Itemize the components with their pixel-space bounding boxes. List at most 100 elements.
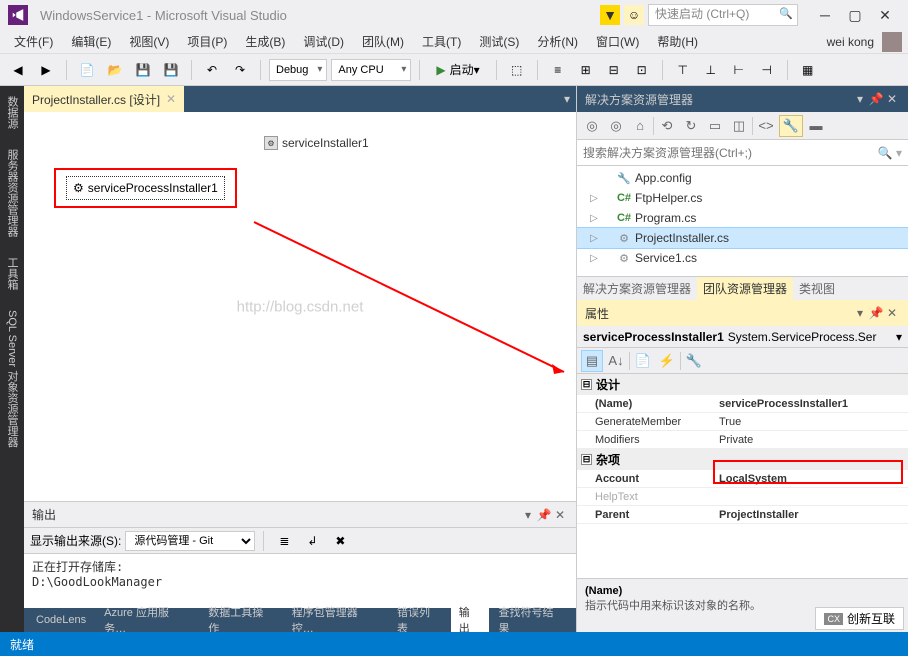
tab-datasource[interactable]: 数据源 <box>0 86 24 139</box>
menu-team[interactable]: 团队(M) <box>354 31 412 52</box>
properties-page-icon[interactable]: 📄 <box>632 350 654 372</box>
tab-overflow-icon[interactable]: ▾ <box>558 86 576 112</box>
close-icon[interactable]: ✕ <box>884 92 900 106</box>
properties-icon[interactable]: 🔧 <box>779 115 803 137</box>
nav-fwd-icon[interactable]: ▶ <box>34 58 58 82</box>
user-name[interactable]: wei kong <box>821 35 880 49</box>
tool-icon[interactable]: ⬚ <box>505 58 529 82</box>
align-icon[interactable]: ▦ <box>796 58 820 82</box>
pin-icon[interactable]: 📌 <box>536 508 552 522</box>
menu-window[interactable]: 窗口(W) <box>588 31 647 52</box>
prop-row[interactable]: ModifiersPrivate <box>577 431 908 449</box>
dropdown-icon[interactable]: ▾ <box>520 508 536 522</box>
output-body[interactable]: 正在打开存储库: D:\GoodLookManager <box>24 554 576 608</box>
footer-tab-se[interactable]: 解决方案资源管理器 <box>577 277 697 300</box>
maximize-button[interactable]: ▢ <box>840 5 870 25</box>
categorized-icon[interactable]: ▤ <box>581 350 603 372</box>
save-icon[interactable]: 💾 <box>131 58 155 82</box>
notification-flag-icon[interactable]: ▼ <box>600 5 620 25</box>
output-source-select[interactable]: 源代码管理 - Git <box>125 531 255 551</box>
close-icon[interactable]: ✕ <box>552 508 568 522</box>
pin-icon[interactable]: 📌 <box>868 306 884 320</box>
start-button[interactable]: ▶启动 ▾ <box>428 61 487 78</box>
prop-row[interactable]: AccountLocalSystem <box>577 470 908 488</box>
align-icon[interactable]: ⊢ <box>727 58 751 82</box>
clear-icon[interactable]: ✖ <box>328 529 352 553</box>
prop-row[interactable]: ParentProjectInstaller <box>577 506 908 524</box>
align-icon[interactable]: ⊟ <box>602 58 626 82</box>
prop-row[interactable]: (Name)serviceProcessInstaller1 <box>577 395 908 413</box>
service-process-installer-item[interactable]: ⚙ serviceProcessInstaller1 <box>66 176 225 200</box>
tab-toolbox[interactable]: 工具箱 <box>0 247 24 300</box>
menu-edit[interactable]: 编辑(E) <box>63 31 119 52</box>
alphabetical-icon[interactable]: A↓ <box>605 350 627 372</box>
prop-row[interactable]: HelpText <box>577 488 908 506</box>
more-icon[interactable]: ▬ <box>805 115 827 137</box>
menu-file[interactable]: 文件(F) <box>6 31 61 52</box>
align-icon[interactable]: ≡ <box>546 58 570 82</box>
quick-launch-input[interactable]: 快速启动 (Ctrl+Q) <box>648 4 798 26</box>
dropdown-icon[interactable]: ▾ <box>852 92 868 106</box>
align-icon[interactable]: ⊥ <box>699 58 723 82</box>
close-icon[interactable]: ✕ <box>884 306 900 320</box>
clear-icon[interactable]: ≣ <box>272 529 296 553</box>
sync-icon[interactable]: ⟲ <box>656 115 678 137</box>
close-tab-icon[interactable]: ✕ <box>166 92 176 106</box>
nav-back-icon[interactable]: ◀ <box>6 58 30 82</box>
tree-item[interactable]: 🔧App.config <box>577 168 908 188</box>
redo-icon[interactable]: ↷ <box>228 58 252 82</box>
align-icon[interactable]: ⊤ <box>671 58 695 82</box>
tree-item[interactable]: ▷C#FtpHelper.cs <box>577 188 908 208</box>
menu-test[interactable]: 测试(S) <box>471 31 527 52</box>
tree-item[interactable]: ▷⚙ProjectInstaller.cs <box>577 228 908 248</box>
wrench-icon[interactable]: 🔧 <box>683 350 705 372</box>
showall-icon[interactable]: ◫ <box>728 115 750 137</box>
tree-item[interactable]: ▷C#Program.cs <box>577 208 908 228</box>
feedback-icon[interactable]: ☺ <box>624 5 644 25</box>
pin-icon[interactable]: 📌 <box>868 92 884 106</box>
collapse-icon[interactable]: ▭ <box>704 115 726 137</box>
home-icon[interactable]: ⌂ <box>629 115 651 137</box>
wrap-icon[interactable]: ↲ <box>300 529 324 553</box>
menu-view[interactable]: 视图(V) <box>121 31 177 52</box>
fwd-icon[interactable]: ◎ <box>605 115 627 137</box>
platform-dropdown[interactable]: Any CPU <box>331 59 411 81</box>
user-avatar[interactable] <box>882 32 902 52</box>
btab-codelens[interactable]: CodeLens <box>28 611 94 629</box>
category-misc[interactable]: ⊟杂项 <box>577 449 908 470</box>
prop-row[interactable]: GenerateMemberTrue <box>577 413 908 431</box>
undo-icon[interactable]: ↶ <box>200 58 224 82</box>
save-all-icon[interactable]: 💾 <box>159 58 183 82</box>
align-icon[interactable]: ⊣ <box>755 58 779 82</box>
menu-build[interactable]: 生成(B) <box>237 31 293 52</box>
property-object-selector[interactable]: serviceProcessInstaller1 System.ServiceP… <box>577 326 908 348</box>
open-icon[interactable]: 📂 <box>103 58 127 82</box>
tree-item[interactable]: ▷⚙Service1.cs <box>577 248 908 268</box>
search-input[interactable] <box>583 146 878 160</box>
designer-surface[interactable]: ⚙ serviceInstaller1 ⚙ serviceProcessInst… <box>24 112 576 501</box>
category-design[interactable]: ⊟设计 <box>577 374 908 395</box>
document-tab[interactable]: ProjectInstaller.cs [设计] ✕ <box>24 86 184 112</box>
back-icon[interactable]: ◎ <box>581 115 603 137</box>
tab-server-explorer[interactable]: 服务器资源管理器 <box>0 139 24 247</box>
search-icon[interactable]: 🔍 ▾ <box>878 146 902 160</box>
menu-debug[interactable]: 调试(D) <box>295 31 352 52</box>
refresh-icon[interactable]: ↻ <box>680 115 702 137</box>
menu-project[interactable]: 项目(P) <box>179 31 235 52</box>
tab-sql-explorer[interactable]: SQL Server 对象资源管理器 <box>0 300 24 457</box>
dropdown-icon[interactable]: ▾ <box>852 306 868 320</box>
align-icon[interactable]: ⊡ <box>630 58 654 82</box>
events-icon[interactable]: ⚡ <box>656 350 678 372</box>
minimize-button[interactable]: ─ <box>810 5 840 25</box>
footer-tab-class[interactable]: 类视图 <box>793 277 841 300</box>
new-project-icon[interactable]: 📄 <box>75 58 99 82</box>
service-installer-item[interactable]: ⚙ serviceInstaller1 <box>264 136 369 150</box>
config-dropdown[interactable]: Debug <box>269 59 327 81</box>
menu-help[interactable]: 帮助(H) <box>649 31 706 52</box>
align-icon[interactable]: ⊞ <box>574 58 598 82</box>
view-icon[interactable]: <> <box>755 115 777 137</box>
menu-tools[interactable]: 工具(T) <box>414 31 469 52</box>
footer-tab-team[interactable]: 团队资源管理器 <box>697 277 793 300</box>
close-button[interactable]: ✕ <box>870 5 900 25</box>
menu-analyze[interactable]: 分析(N) <box>529 31 586 52</box>
